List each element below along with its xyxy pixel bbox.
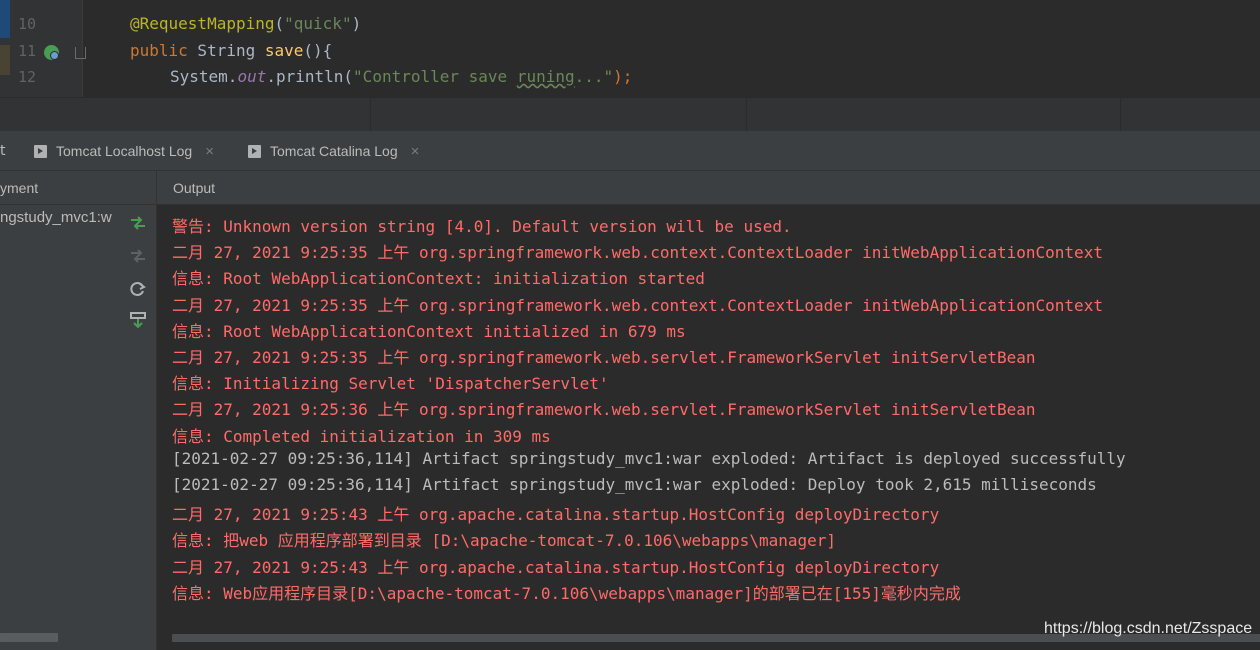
output-header: Output [157,171,1260,205]
code-line-10[interactable]: @RequestMapping("quick") [130,14,361,33]
type-token: String [187,41,265,60]
console-tab-icon [34,144,47,158]
annotation-token: @RequestMapping [130,14,275,33]
deployment-artifact-item[interactable]: ngstudy_mvc1:w [0,209,122,226]
selection-marker [0,0,10,38]
tab-tomcat-catalina-log[interactable]: Tomcat Catalina Log × [248,131,419,171]
tab-label: Tomcat Localhost Log [56,143,193,159]
splitter-segment [746,98,747,132]
log-line: 警告: Unknown version string [4.0]. Defaul… [172,217,792,236]
horizontal-scrollbar[interactable] [0,633,58,642]
call-token: .println( [266,67,354,86]
class-token: System. [170,67,238,86]
paren-token: ) [351,14,362,33]
output-console[interactable]: 警告: Unknown version string [4.0]. Defaul… [157,205,1260,650]
punct-token: (){ [303,41,333,60]
log-line: 信息: Web应用程序目录[D:\apache-tomcat-7.0.106\w… [172,583,961,603]
log-line: 二月 27, 2021 9:25:43 上午 org.apache.catali… [172,505,940,525]
log-line: [2021-02-27 09:25:36,114] Artifact sprin… [172,475,1097,494]
code-line-11[interactable]: public String save(){ [130,41,332,60]
line-number: 12 [18,68,37,86]
spring-bean-gutter-icon[interactable] [44,45,59,60]
log-line: 信息: Initializing Servlet 'DispatcherServ… [172,374,609,394]
code-line-12[interactable]: System.out.println("Controller save runi… [170,67,632,86]
log-line: 二月 27, 2021 9:25:43 上午 org.apache.catali… [172,557,940,577]
keyword-token: public [130,41,188,60]
code-editor[interactable]: 10 11 12 @RequestMapping("quick") public… [0,0,1260,97]
tab-server-partial[interactable]: t [0,143,6,159]
log-line: 信息: Root WebApplicationContext: initiali… [172,269,705,289]
typo-highlight: runing [516,67,575,86]
method-name-token: save [264,41,304,60]
tab-tomcat-localhost-log[interactable]: Tomcat Localhost Log × [34,131,214,171]
splitter-segment [370,98,371,132]
string-token: "Controller save [353,67,517,86]
close-icon[interactable]: × [205,143,214,160]
update-deployment-icon[interactable] [129,311,147,329]
watermark: https://blog.csdn.net/Zsspace [1044,620,1253,637]
undeploy-icon[interactable] [129,247,147,265]
panel-splitter[interactable] [0,97,1260,132]
tab-label: Tomcat Catalina Log [270,143,398,159]
field-token: out [237,67,267,86]
string-token: "quick" [284,14,352,33]
log-line: [2021-02-27 09:25:36,114] Artifact sprin… [172,448,1126,468]
refresh-icon[interactable] [129,280,147,298]
log-line: 信息: Root WebApplicationContext initializ… [172,321,686,341]
current-line-marker [0,45,10,75]
log-line: 二月 27, 2021 9:25:35 上午 org.springframewo… [172,243,1103,263]
log-line: 信息: 把web 应用程序部署到目录 [D:\apache-tomcat-7.0… [172,531,837,551]
log-line: 二月 27, 2021 9:25:36 上午 org.springframewo… [172,400,1036,420]
run-tool-window-tabs: t Tomcat Localhost Log × Tomcat Catalina… [0,131,1260,171]
paren-token: ( [274,14,285,33]
deployment-panel: yment ngstudy_mvc1:w [0,171,156,650]
editor-left-edge [0,0,10,97]
close-icon[interactable]: × [411,143,420,160]
console-tab-icon [248,144,261,158]
string-token: ..." [574,67,614,86]
splitter-segment [1120,98,1121,132]
fold-marker-icon[interactable] [75,47,86,59]
punct-token: ); [613,67,633,86]
line-number: 11 [18,42,37,60]
log-line: 二月 27, 2021 9:25:35 上午 org.springframewo… [172,295,1103,315]
log-line: 信息: Completed initialization in 309 ms [172,426,551,446]
deployment-header: yment [0,171,156,205]
line-number: 10 [18,15,37,33]
deploy-all-icon[interactable] [129,214,147,232]
log-line: 二月 27, 2021 9:25:35 上午 org.springframewo… [172,348,1036,367]
